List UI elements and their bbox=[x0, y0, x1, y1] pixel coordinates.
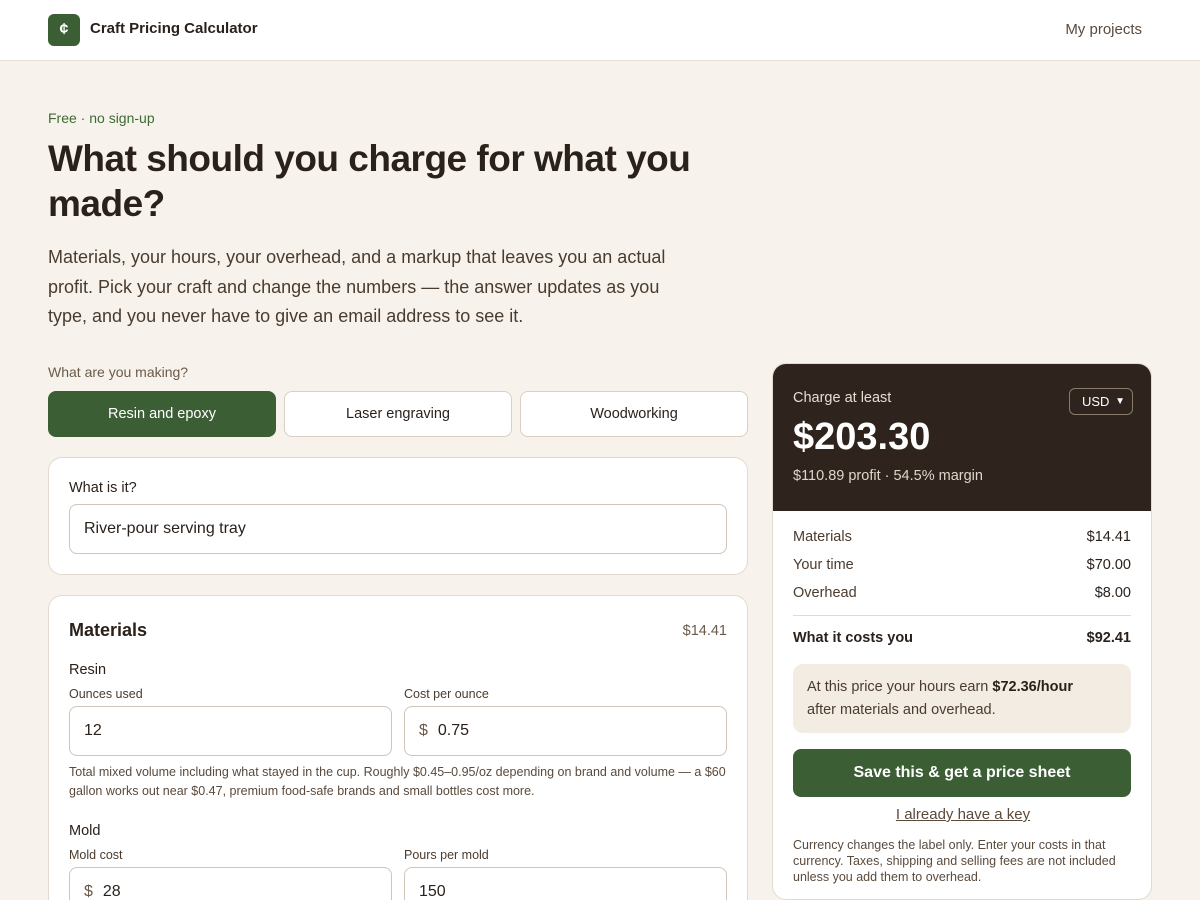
breakdown-value: $8.00 bbox=[1094, 585, 1131, 601]
hourly-rate: $72.36/hour bbox=[992, 679, 1073, 695]
craft-option-woodworking[interactable]: Woodworking bbox=[520, 391, 748, 437]
breakdown-label: Materials bbox=[793, 529, 852, 545]
total-cost-row: What it costs you $92.41 bbox=[793, 630, 1131, 646]
profit-margin-line: $110.89 profit · 54.5% margin bbox=[793, 468, 983, 484]
mold-label: Mold bbox=[69, 823, 101, 839]
craft-option-laser[interactable]: Laser engraving bbox=[284, 391, 512, 437]
materials-total: $14.41 bbox=[682, 623, 727, 639]
price-result-panel: Charge at least USD ▼ $203.30 $110.89 pr… bbox=[772, 363, 1152, 900]
existing-key-link[interactable]: I already have a key bbox=[773, 806, 1151, 823]
item-card: What is it? River‑pour serving tray bbox=[48, 457, 748, 575]
cost-per-ounce-value: 0.75 bbox=[437, 722, 470, 739]
breakdown-row: Overhead $8.00 bbox=[793, 585, 1131, 601]
hero-eyebrow: Free · no sign-up bbox=[48, 110, 155, 126]
app-title[interactable]: Craft Pricing Calculator bbox=[90, 20, 258, 37]
total-cost-label: What it costs you bbox=[793, 630, 914, 646]
dollar-prefix: $ bbox=[84, 883, 93, 900]
craft-option-resin[interactable]: Resin and epoxy bbox=[48, 391, 276, 437]
hero-subtitle: Materials, your hours, your overhead, an… bbox=[48, 247, 666, 326]
breakdown-divider bbox=[793, 615, 1131, 616]
total-cost-value: $92.41 bbox=[1086, 630, 1131, 646]
save-price-sheet-button[interactable]: Save this & get a price sheet bbox=[793, 749, 1131, 797]
page-title: What should you charge for what you made… bbox=[48, 138, 691, 224]
chevron-down-icon: ▼ bbox=[1115, 396, 1125, 407]
mold-cost-label: Mold cost bbox=[69, 848, 123, 862]
resin-label: Resin bbox=[69, 662, 107, 678]
breakdown-label: Your time bbox=[793, 557, 854, 573]
resin-help-text: Total mixed volume including what stayed… bbox=[69, 765, 726, 798]
my-projects-link[interactable]: My projects bbox=[1065, 21, 1142, 38]
pours-per-mold-label: Pours per mold bbox=[404, 848, 489, 862]
cost-per-ounce-input[interactable]: $0.75 bbox=[404, 706, 727, 756]
materials-title: Materials bbox=[69, 620, 148, 640]
item-name-label: What is it? bbox=[69, 480, 137, 496]
breakdown-value: $14.41 bbox=[1086, 529, 1131, 545]
cost-per-ounce-label: Cost per ounce bbox=[404, 687, 489, 701]
craft-picker-label: What are you making? bbox=[48, 364, 189, 380]
breakdown-value: $70.00 bbox=[1086, 557, 1131, 573]
currency-select[interactable]: USD ▼ bbox=[1069, 388, 1133, 415]
logo-icon: ¢ bbox=[48, 14, 80, 46]
hourly-earnings-box: At this price your hours earn $72.36/hou… bbox=[793, 664, 1131, 733]
ounces-used-input[interactable]: 12 bbox=[69, 706, 392, 756]
breakdown-row: Your time $70.00 bbox=[793, 557, 1131, 573]
charge-label: Charge at least bbox=[793, 390, 892, 406]
mold-cost-input[interactable]: $28 bbox=[69, 867, 392, 900]
price-result-header: Charge at least USD ▼ $203.30 $110.89 pr… bbox=[773, 364, 1151, 511]
currency-note: Currency changes the label only. Enter y… bbox=[793, 838, 1116, 884]
earn-prefix: At this price your hours earn bbox=[807, 679, 989, 695]
top-bar: ¢ Craft Pricing Calculator My projects bbox=[0, 0, 1200, 61]
ounces-used-label: Ounces used bbox=[69, 687, 143, 701]
suggested-price: $203.30 bbox=[793, 416, 931, 458]
dollar-prefix: $ bbox=[419, 722, 428, 739]
mold-cost-value: 28 bbox=[102, 883, 121, 900]
currency-value: USD bbox=[1082, 394, 1110, 409]
breakdown-label: Overhead bbox=[793, 585, 857, 601]
item-name-input[interactable]: River‑pour serving tray bbox=[69, 504, 727, 554]
materials-card: Materials $14.41 Resin Ounces used Cost … bbox=[48, 595, 748, 900]
pours-per-mold-input[interactable]: 150 bbox=[404, 867, 727, 900]
breakdown-row: Materials $14.41 bbox=[793, 529, 1131, 545]
earn-suffix: after materials and overhead. bbox=[807, 702, 996, 718]
